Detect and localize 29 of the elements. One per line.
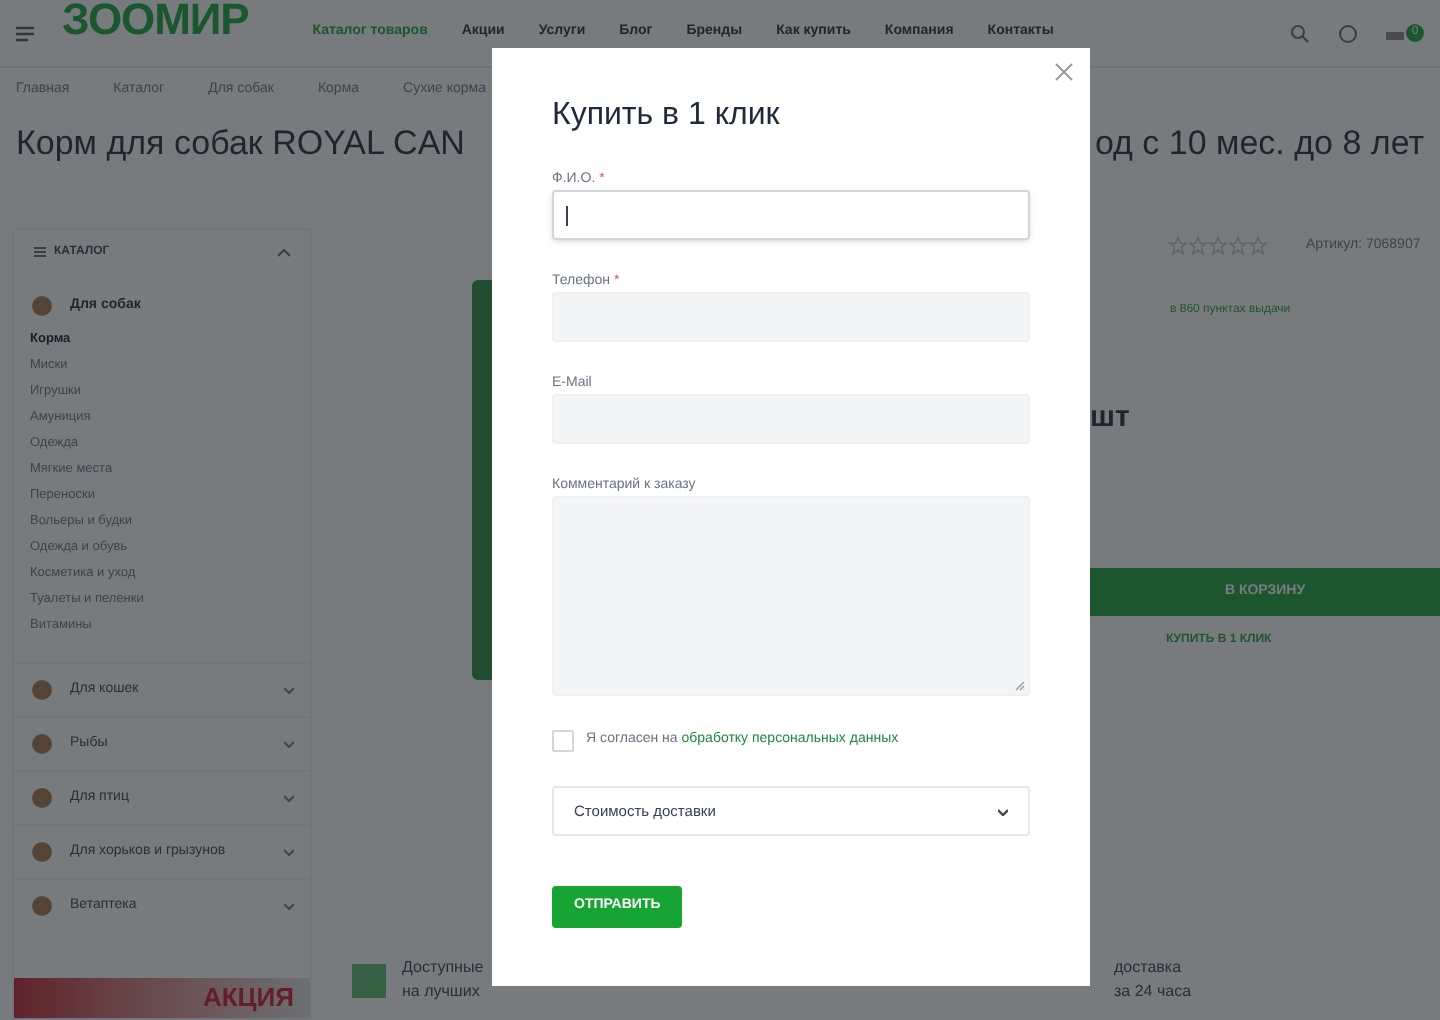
input-field[interactable] [552,190,1030,240]
feature-text: доставка [1114,956,1184,980]
feature-text: за 24 часа [1114,980,1194,1004]
feature-text: на лучших [402,980,482,1004]
chevron-icon [284,902,294,910]
promo-banner[interactable]: АКЦИЯ [14,978,310,1018]
chevron-icon [284,848,294,856]
feature-text: Доступные [402,956,484,980]
promo-text: АКЦИЯ [202,980,294,1017]
chevron-icon [284,686,294,694]
resize-handle-icon [1014,680,1026,692]
checkbox[interactable] [552,730,574,752]
comment-field[interactable] [552,496,1030,696]
chevron-down-icon [998,807,1008,815]
close-icon [1054,62,1074,82]
menu-icon [16,25,34,41]
page-title: од с 10 мес. до 8 лет [1094,121,1424,165]
list-icon [34,246,46,258]
unit-label: шт [1090,397,1130,437]
page-title: Корм для собак ROYAL CAN [16,121,465,165]
search-icon [1290,23,1310,43]
close-button[interactable] [1054,62,1074,82]
feature-icon [352,963,386,997]
chevron-icon [284,794,294,802]
logo[interactable]: ЗООМИР [62,0,249,52]
text-cursor [566,205,568,225]
chevron-icon [284,740,294,748]
chevron-icon [278,247,290,257]
dialog-title: Купить в 1 клик [552,96,782,136]
